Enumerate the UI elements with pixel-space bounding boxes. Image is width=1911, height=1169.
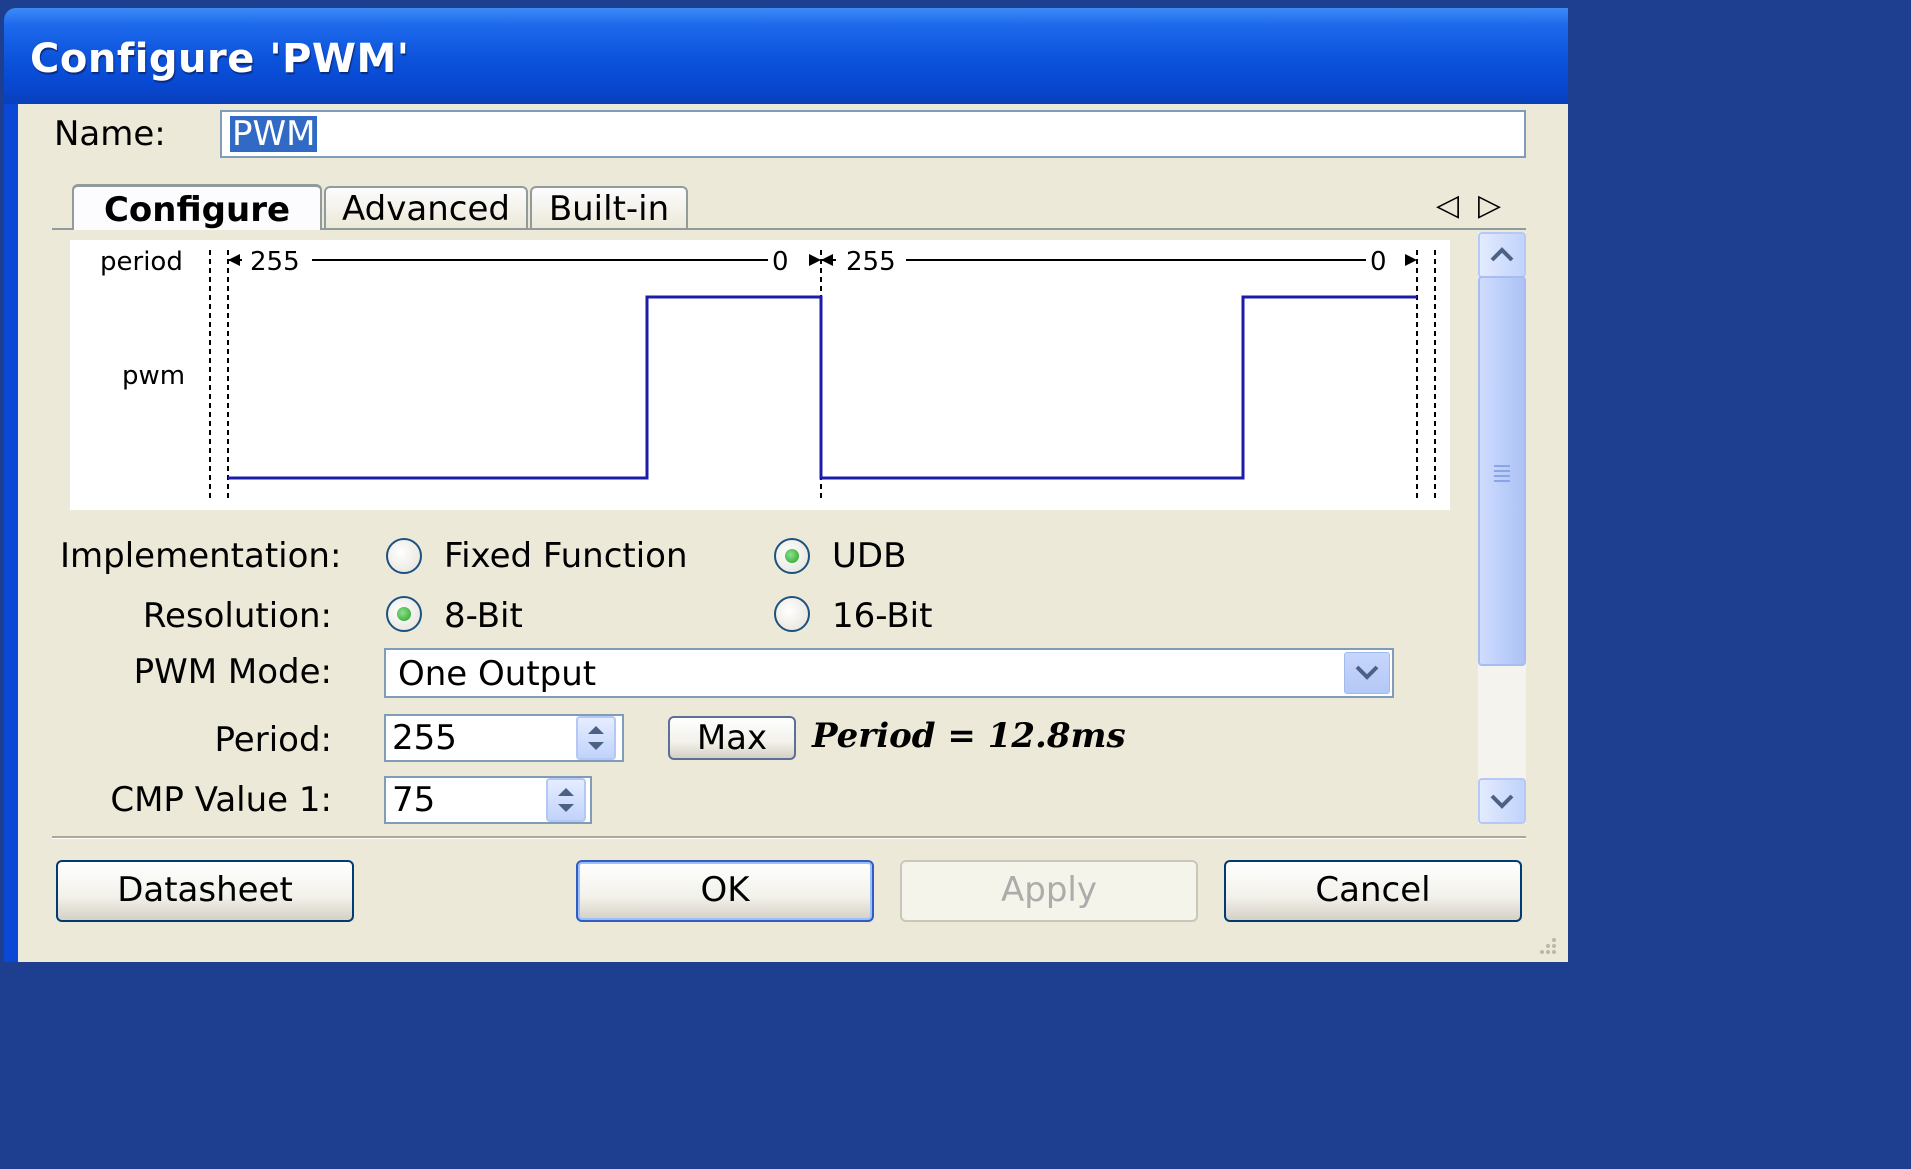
pwm-mode-value: One Output — [398, 654, 597, 694]
radio-selected-dot — [785, 549, 799, 563]
radio-16-bit-label[interactable]: 16-Bit — [832, 596, 932, 636]
period-mark-text: 0 — [1370, 247, 1387, 277]
spin-arrows-icon — [558, 788, 574, 812]
chevron-down-icon — [1490, 794, 1514, 809]
pwm-row-label: pwm — [122, 361, 185, 391]
scroll-down-button[interactable] — [1478, 778, 1526, 824]
cmp-value-1-spinner[interactable] — [546, 778, 586, 822]
radio-8-bit-label[interactable]: 8-Bit — [444, 596, 523, 636]
arrow-head-icon — [1405, 254, 1417, 266]
arrow-head-icon — [809, 254, 821, 266]
cmp-value-1-value: 75 — [392, 780, 436, 820]
radio-udb[interactable] — [774, 538, 810, 574]
period-mark-text: 255 — [250, 247, 300, 277]
datasheet-button[interactable]: Datasheet — [56, 860, 354, 922]
button-separator — [52, 836, 1526, 839]
desktop-backdrop-bottom — [0, 962, 1911, 1169]
pwm-waveform — [228, 295, 1417, 480]
scroll-thumb[interactable] — [1478, 276, 1526, 666]
radio-selected-dot — [397, 607, 411, 621]
tab-advanced[interactable]: Advanced — [324, 186, 528, 229]
waveform-svg: period pwm 255 0 255 0 — [100, 246, 1436, 500]
radio-fixed-function-label[interactable]: Fixed Function — [444, 536, 688, 576]
tab-configure[interactable]: Configure — [72, 184, 322, 230]
radio-8-bit[interactable] — [386, 596, 422, 632]
chevron-up-icon — [1490, 247, 1514, 262]
cmp-value-1-label: CMP Value 1: — [110, 780, 332, 820]
arrow-head-icon — [821, 254, 833, 266]
radio-16-bit[interactable] — [774, 596, 810, 632]
chevron-down-icon — [1355, 665, 1379, 680]
period-value: 255 — [392, 718, 457, 758]
dropdown-button[interactable] — [1344, 652, 1390, 694]
period-mark-text: 0 — [772, 247, 789, 277]
tab-scroll-left-icon[interactable]: ◁ — [1436, 188, 1459, 223]
pwm-mode-label: PWM Mode: — [133, 652, 332, 692]
radio-udb-label[interactable]: UDB — [832, 536, 906, 576]
pwm-mode-select[interactable]: One Output — [384, 648, 1394, 698]
scroll-up-button[interactable] — [1478, 232, 1526, 278]
ok-button[interactable]: OK — [576, 860, 874, 922]
period-row-label: period — [100, 247, 183, 277]
vertical-scrollbar[interactable] — [1478, 232, 1526, 824]
spin-arrows-icon — [588, 726, 604, 750]
arrow-head-icon — [228, 254, 240, 266]
name-input[interactable]: PWM — [220, 110, 1526, 158]
grip-icon — [1494, 465, 1510, 482]
name-label: Name: — [54, 114, 166, 154]
waveform-diagram: period pwm 255 0 255 0 — [70, 240, 1450, 510]
period-info-text: Period = 12.8ms — [812, 716, 1126, 756]
radio-fixed-function[interactable] — [386, 538, 422, 574]
implementation-label: Implementation: — [60, 536, 342, 576]
apply-button[interactable]: Apply — [900, 860, 1198, 922]
period-spinner[interactable] — [576, 716, 616, 760]
resolution-label: Resolution: — [142, 596, 332, 636]
period-label: Period: — [214, 720, 332, 760]
cancel-button[interactable]: Cancel — [1224, 860, 1522, 922]
max-button[interactable]: Max — [668, 716, 796, 760]
tab-built-in[interactable]: Built-in — [530, 186, 688, 229]
name-input-value: PWM — [230, 114, 318, 154]
tab-scroll-right-icon[interactable]: ▷ — [1478, 188, 1501, 223]
period-mark-text: 255 — [846, 247, 896, 277]
resize-grip-icon[interactable] — [1530, 928, 1560, 958]
